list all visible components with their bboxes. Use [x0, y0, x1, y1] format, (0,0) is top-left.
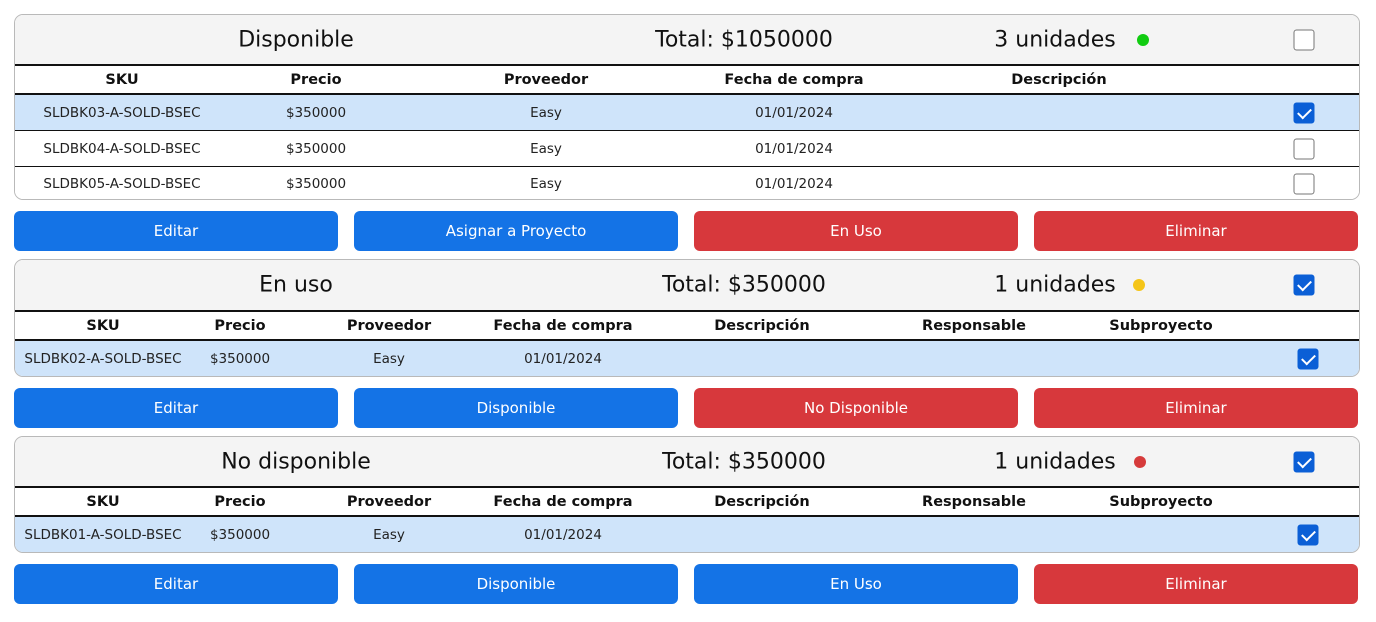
- cell-sku: SLDBK03-A-SOLD-BSEC: [43, 104, 201, 121]
- status-dot-icon: [1137, 33, 1149, 46]
- edit-button[interactable]: Editar: [14, 211, 338, 251]
- column-header-responsable: Responsable: [922, 317, 1026, 334]
- table-header: SKU Precio Proveedor Fecha de compra Des…: [15, 312, 1359, 341]
- column-header-descripcion: Descripción: [1011, 71, 1107, 88]
- cell-proveedor: Easy: [373, 526, 405, 543]
- column-header-sku: SKU: [86, 493, 120, 510]
- card-header: En uso Total: $350000 1 unidades: [15, 260, 1359, 312]
- delete-button[interactable]: Eliminar: [1034, 211, 1358, 251]
- section-en-uso: En uso Total: $350000 1 unidades SKU Pre…: [14, 259, 1360, 428]
- column-header-fecha: Fecha de compra: [493, 493, 633, 510]
- cell-precio: $350000: [209, 350, 271, 367]
- table-row[interactable]: SLDBK01-A-SOLD-BSEC $350000 Easy 01/01/2…: [15, 517, 1359, 552]
- cell-fecha: 01/01/2024: [755, 140, 833, 157]
- column-header-sku: SKU: [86, 317, 120, 334]
- section-disponible: Disponible Total: $1050000 3 unidades SK…: [14, 14, 1360, 251]
- column-header-subproyecto: Subproyecto: [1109, 493, 1213, 510]
- card-header: Disponible Total: $1050000 3 unidades: [15, 15, 1359, 66]
- status-title: En uso: [259, 272, 333, 298]
- cell-sku: SLDBK02-A-SOLD-BSEC: [24, 350, 182, 367]
- cell-sku: SLDBK05-A-SOLD-BSEC: [43, 176, 201, 192]
- inventory-card-en-uso: En uso Total: $350000 1 unidades SKU Pre…: [14, 259, 1360, 377]
- cell-precio: $350000: [285, 104, 347, 121]
- column-header-fecha: Fecha de compra: [493, 317, 633, 334]
- row-checkbox[interactable]: [1293, 173, 1315, 195]
- edit-button[interactable]: Editar: [14, 564, 338, 604]
- column-header-descripcion: Descripción: [714, 317, 810, 334]
- units-count: 1 unidades: [994, 272, 1116, 298]
- table-header: SKU Precio Proveedor Fecha de compra Des…: [15, 488, 1359, 517]
- row-checkbox[interactable]: [1297, 348, 1319, 369]
- mark-in-use-button[interactable]: En Uso: [694, 564, 1018, 604]
- cell-precio: $350000: [285, 176, 347, 192]
- card-header: No disponible Total: $350000 1 unidades: [15, 437, 1359, 488]
- delete-button[interactable]: Eliminar: [1034, 388, 1358, 428]
- select-all-checkbox[interactable]: [1293, 29, 1315, 51]
- row-checkbox[interactable]: [1293, 138, 1315, 159]
- status-dot-icon: [1133, 279, 1145, 291]
- action-bar: Editar Disponible No Disponible Eliminar: [14, 388, 1360, 428]
- action-bar: Editar Disponible En Uso Eliminar: [14, 564, 1360, 604]
- mark-available-button[interactable]: Disponible: [354, 564, 678, 604]
- total-value: Total: $350000: [662, 272, 826, 298]
- column-header-responsable: Responsable: [922, 493, 1026, 510]
- cell-proveedor: Easy: [530, 140, 562, 157]
- cell-fecha: 01/01/2024: [755, 176, 833, 192]
- mark-unavailable-button[interactable]: No Disponible: [694, 388, 1018, 428]
- row-checkbox[interactable]: [1293, 102, 1315, 123]
- column-header-precio: Precio: [214, 493, 266, 510]
- assign-project-button[interactable]: Asignar a Proyecto: [354, 211, 678, 251]
- cell-proveedor: Easy: [530, 104, 562, 121]
- row-checkbox[interactable]: [1297, 524, 1319, 545]
- units-count: 3 unidades: [994, 27, 1116, 52]
- total-value: Total: $1050000: [655, 27, 833, 52]
- section-no-disponible: No disponible Total: $350000 1 unidades …: [14, 436, 1360, 604]
- column-header-subproyecto: Subproyecto: [1109, 317, 1213, 334]
- mark-available-button[interactable]: Disponible: [354, 388, 678, 428]
- inventory-card-disponible: Disponible Total: $1050000 3 unidades SK…: [14, 14, 1360, 200]
- action-bar: Editar Asignar a Proyecto En Uso Elimina…: [14, 211, 1360, 251]
- edit-button[interactable]: Editar: [14, 388, 338, 428]
- status-title: Disponible: [238, 27, 354, 52]
- column-header-precio: Precio: [290, 71, 342, 88]
- delete-button[interactable]: Eliminar: [1034, 564, 1358, 604]
- column-header-sku: SKU: [105, 71, 139, 88]
- cell-precio: $350000: [285, 140, 347, 157]
- status-dot-icon: [1134, 455, 1146, 468]
- column-header-proveedor: Proveedor: [346, 317, 432, 334]
- inventory-card-no-disponible: No disponible Total: $350000 1 unidades …: [14, 436, 1360, 553]
- cell-fecha: 01/01/2024: [524, 350, 602, 367]
- cell-fecha: 01/01/2024: [524, 526, 602, 543]
- cell-proveedor: Easy: [373, 350, 405, 367]
- status-title: No disponible: [221, 449, 371, 474]
- cell-proveedor: Easy: [530, 176, 562, 192]
- column-header-descripcion: Descripción: [714, 493, 810, 510]
- select-all-checkbox[interactable]: [1293, 451, 1315, 473]
- units-count: 1 unidades: [994, 449, 1116, 474]
- table-row[interactable]: SLDBK05-A-SOLD-BSEC $350000 Easy 01/01/2…: [15, 166, 1359, 199]
- table-row[interactable]: SLDBK02-A-SOLD-BSEC $350000 Easy 01/01/2…: [15, 341, 1359, 376]
- cell-fecha: 01/01/2024: [755, 104, 833, 121]
- column-header-fecha: Fecha de compra: [724, 71, 864, 88]
- cell-sku: SLDBK01-A-SOLD-BSEC: [24, 526, 182, 543]
- column-header-proveedor: Proveedor: [503, 71, 589, 88]
- mark-in-use-button[interactable]: En Uso: [694, 211, 1018, 251]
- table-row[interactable]: SLDBK04-A-SOLD-BSEC $350000 Easy 01/01/2…: [15, 130, 1359, 166]
- column-header-proveedor: Proveedor: [346, 493, 432, 510]
- cell-precio: $350000: [209, 526, 271, 543]
- table-row[interactable]: SLDBK03-A-SOLD-BSEC $350000 Easy 01/01/2…: [15, 95, 1359, 130]
- select-all-checkbox[interactable]: [1293, 274, 1315, 296]
- column-header-precio: Precio: [214, 317, 266, 334]
- total-value: Total: $350000: [662, 449, 826, 474]
- table-header: SKU Precio Proveedor Fecha de compra Des…: [15, 66, 1359, 95]
- cell-sku: SLDBK04-A-SOLD-BSEC: [43, 140, 201, 157]
